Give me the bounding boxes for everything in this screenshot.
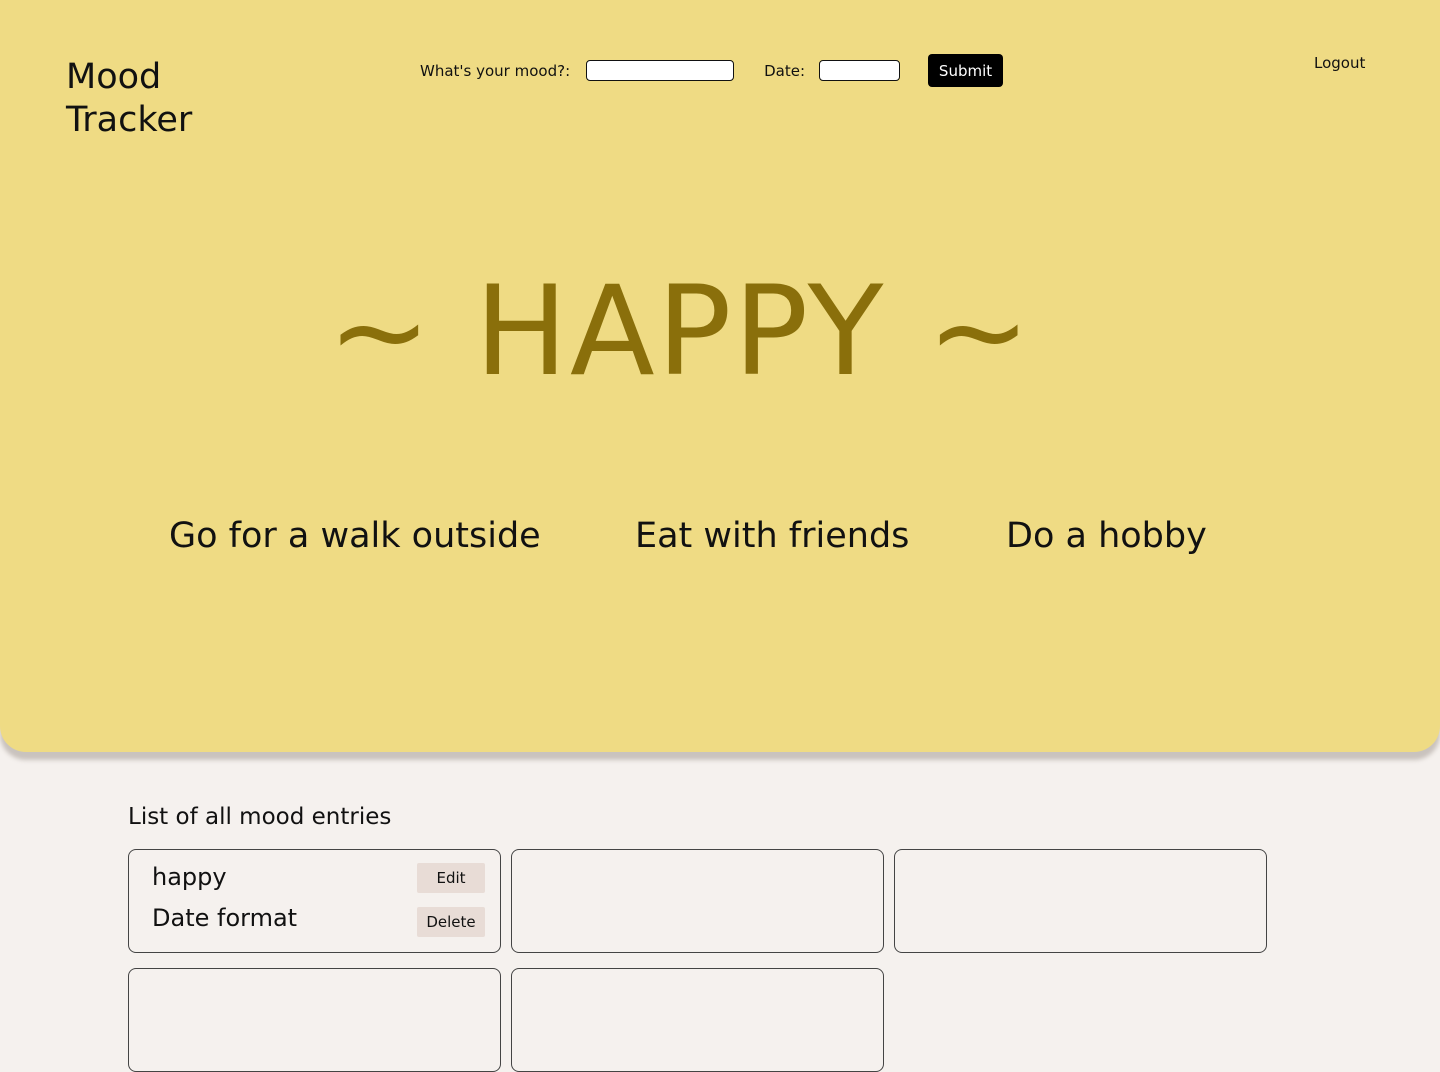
date-input[interactable]: [819, 60, 901, 81]
app-title: Mood Tracker: [66, 57, 193, 140]
empty-entry-card: [128, 968, 501, 1072]
date-label: Date:: [764, 61, 806, 80]
logout-link[interactable]: Logout: [1314, 54, 1365, 72]
suggestion-item: Go for a walk outside: [169, 516, 541, 556]
empty-entry-card: [511, 968, 884, 1072]
empty-entry-card: [511, 849, 884, 953]
entries-list-title: List of all mood entries: [128, 804, 392, 830]
suggestion-item: Do a hobby: [1006, 516, 1207, 556]
hero-panel: Mood Tracker What's your mood?: Date: Su…: [0, 0, 1440, 752]
edit-button[interactable]: Edit: [417, 863, 485, 893]
empty-entry-card: [894, 849, 1267, 953]
entry-mood: happy: [152, 863, 227, 891]
suggestion-item: Eat with friends: [635, 516, 910, 556]
mood-label: What's your mood?:: [420, 61, 571, 80]
mood-entry-form: What's your mood?: Date: Submit: [420, 54, 1004, 87]
mood-input[interactable]: [586, 60, 735, 81]
delete-button[interactable]: Delete: [417, 907, 485, 937]
mood-entry-card: happy Date format Edit Delete: [128, 849, 501, 953]
current-mood-display: ~ HAPPY ~: [327, 260, 1033, 404]
submit-button[interactable]: Submit: [928, 54, 1004, 87]
entry-date: Date format: [152, 904, 298, 932]
